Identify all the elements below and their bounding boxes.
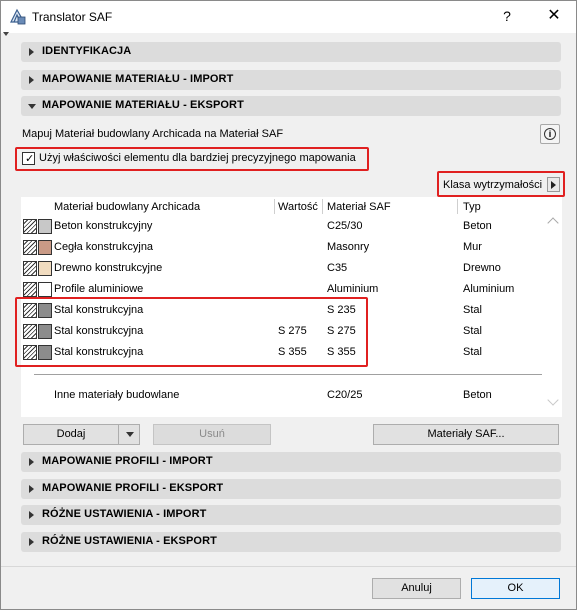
section-material-import[interactable]: MAPOWANIE MATERIAŁU - IMPORT [21,70,561,90]
hatch-swatch [23,261,37,276]
saf-material: Aluminium [327,283,379,295]
saf-material: C25/30 [327,220,363,232]
material-type: Mur [463,241,482,253]
corner-arrow-icon [3,32,9,36]
section-misc-export[interactable]: RÓŻNE USTAWIENIA - EKSPORT [21,532,561,552]
dialog-footer: Anuluj OK [1,566,576,609]
section-label: IDENTYFIKACJA [42,45,132,57]
section-label: MAPOWANIE PROFILI - EKSPORT [42,482,224,494]
material-type: Drewno [463,262,501,274]
col-header-saf[interactable]: Materiał SAF [327,201,391,213]
chevron-down-icon [28,104,36,109]
column-divider[interactable] [274,199,275,214]
table-divider [34,374,542,375]
archicad-app-icon [10,8,26,25]
table-row[interactable]: Beton konstrukcyjny C25/30 Beton [21,216,542,237]
export-description: Mapuj Materiał budowlany Archicada na Ma… [22,128,284,140]
chevron-right-icon [29,76,34,84]
hatch-swatch [23,219,37,234]
table-scrollbar[interactable] [544,197,562,417]
section-label: MAPOWANIE MATERIAŁU - EKSPORT [42,99,244,111]
cancel-button[interactable]: Anuluj [372,578,461,599]
material-name: Inne materiały budowlane [54,389,180,401]
section-identyfikacja[interactable]: IDENTYFIKACJA [21,42,561,62]
add-split-button[interactable]: Dodaj [23,424,140,445]
chevron-down-icon [126,432,134,437]
col-header-material[interactable]: Materiał budowlany Archicada [54,201,200,213]
material-type: Stal [463,304,482,316]
scroll-down-icon[interactable] [547,394,559,406]
section-profile-export[interactable]: MAPOWANIE PROFILI - EKSPORT [21,479,561,499]
window-title: Translator SAF [32,10,113,24]
saf-material: Masonry [327,241,370,253]
material-name: Cegła konstrukcyjna [54,241,154,253]
color-swatch [38,219,52,234]
column-divider[interactable] [322,199,323,214]
strength-class-button[interactable] [547,177,560,192]
close-button[interactable]: ✕ [544,6,564,26]
chevron-right-icon [29,458,34,466]
section-label: RÓŻNE USTAWIENIA - EKSPORT [42,535,217,547]
ok-button[interactable]: OK [471,578,560,599]
section-material-export[interactable]: MAPOWANIE MATERIAŁU - EKSPORT [21,96,561,116]
material-type: Beton [463,220,492,232]
section-label: MAPOWANIE MATERIAŁU - IMPORT [42,73,234,85]
play-arrow-icon [551,181,556,189]
section-profile-import[interactable]: MAPOWANIE PROFILI - IMPORT [21,452,561,472]
material-name: Drewno konstrukcyjne [54,262,163,274]
translator-saf-dialog: Translator SAF ? ✕ IDENTYFIKACJA MAPOWAN… [0,0,577,610]
material-name: Profile aluminiowe [54,283,144,295]
section-label: RÓŻNE USTAWIENIA - IMPORT [42,508,207,520]
add-button[interactable]: Dodaj [24,425,118,444]
chevron-right-icon [29,48,34,56]
remove-button[interactable]: Usuń [153,424,271,445]
material-name: Beton konstrukcyjny [54,220,153,232]
scroll-up-icon[interactable] [547,217,559,229]
chevron-right-icon [29,538,34,546]
table-row[interactable]: Cegła konstrukcyjna Masonry Mur [21,237,542,258]
add-dropdown-toggle[interactable] [118,425,141,444]
section-label: MAPOWANIE PROFILI - IMPORT [42,455,213,467]
table-row[interactable]: Drewno konstrukcyjne C35 Drewno [21,258,542,279]
material-type: Beton [463,389,492,401]
info-icon: i [544,128,556,140]
info-button[interactable]: i [540,124,560,144]
strength-class-label: Klasa wytrzymałości [443,179,543,191]
table-header: Materiał budowlany Archicada Wartość Mat… [21,197,542,217]
column-divider[interactable] [457,199,458,214]
chevron-right-icon [29,511,34,519]
highlight-box [15,297,368,367]
saf-material: C20/25 [327,389,363,401]
color-swatch [38,282,52,297]
hatch-swatch [23,240,37,255]
table-row-other-materials[interactable]: Inne materiały budowlane C20/25 Beton [21,385,542,406]
hatch-swatch [23,282,37,297]
chevron-right-icon [29,485,34,493]
color-swatch [38,261,52,276]
title-bar: Translator SAF ? ✕ [1,1,576,33]
col-header-value[interactable]: Wartość [278,201,318,213]
material-type: Aluminium [463,283,515,295]
material-type: Stal [463,325,482,337]
section-misc-import[interactable]: RÓŻNE USTAWIENIA - IMPORT [21,505,561,525]
help-button[interactable]: ? [497,6,517,26]
precise-mapping-checkbox[interactable]: ✓ [22,152,35,165]
material-type: Stal [463,346,482,358]
saf-material: C35 [327,262,348,274]
col-header-type[interactable]: Typ [463,201,481,213]
check-icon: ✓ [25,153,35,165]
precise-mapping-label: Użyj właściwości elementu dla bardziej p… [39,152,356,164]
color-swatch [38,240,52,255]
saf-materials-button[interactable]: Materiały SAF... [373,424,559,445]
